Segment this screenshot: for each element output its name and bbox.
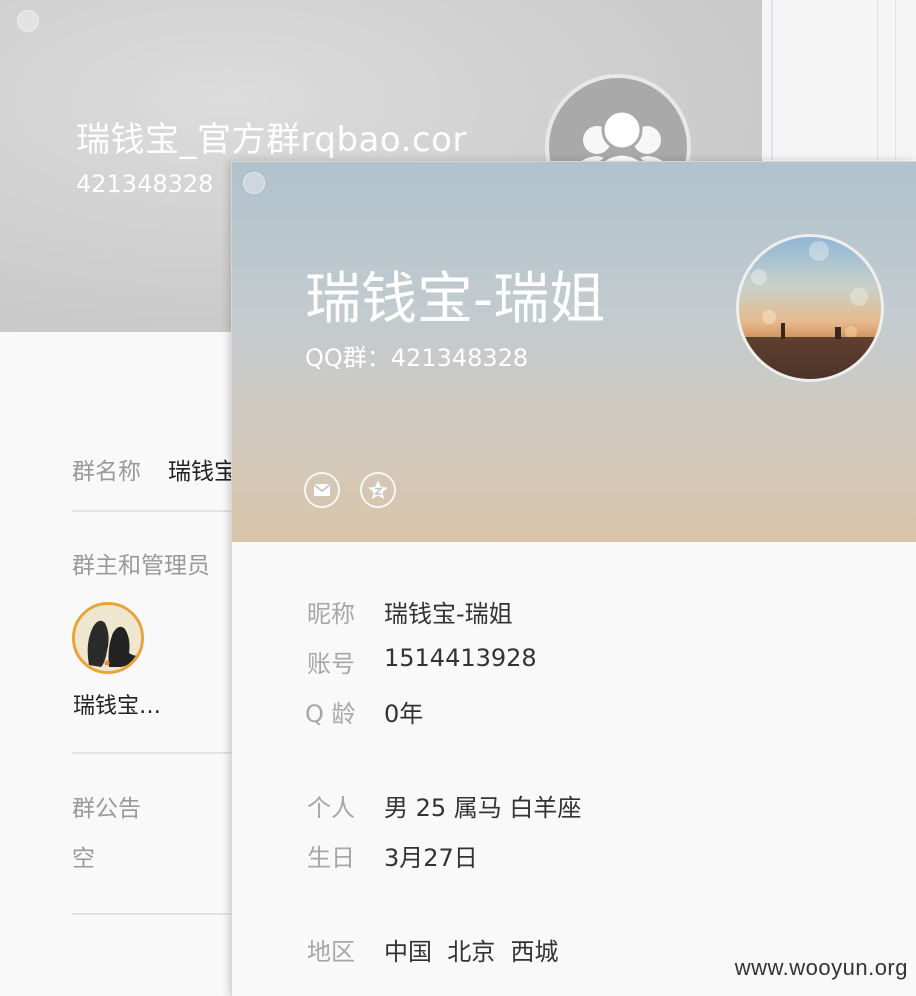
region-value: 中国 北京 西城 bbox=[384, 938, 559, 966]
qzone-star-icon bbox=[368, 480, 388, 500]
group-id: 421348328 bbox=[76, 170, 214, 198]
background-window-edge bbox=[760, 0, 916, 160]
close-button[interactable] bbox=[243, 172, 265, 194]
nickname-value: 瑞钱宝-瑞姐 bbox=[384, 600, 513, 628]
profile-avatar[interactable] bbox=[736, 234, 884, 382]
profile-header: 瑞钱宝-瑞姐 QQ群：421348328 bbox=[232, 162, 916, 542]
qzone-button[interactable] bbox=[360, 472, 396, 508]
profile-window: 瑞钱宝-瑞姐 QQ群：421348328 昵称 瑞钱宝-瑞姐 账号 151441… bbox=[231, 161, 916, 996]
admins-label: 群主和管理员 bbox=[72, 553, 210, 579]
group-notice-value: 空 bbox=[72, 846, 95, 872]
account-value: 1514413928 bbox=[384, 644, 537, 672]
profile-qq-group: QQ群：421348328 bbox=[305, 344, 529, 372]
personal-label: 个人 bbox=[307, 794, 355, 822]
background-divider bbox=[895, 0, 896, 160]
divider bbox=[72, 913, 232, 915]
region-label: 地区 bbox=[307, 938, 355, 966]
group-title: 瑞钱宝_官方群rqbao.cor bbox=[76, 120, 467, 160]
background-divider bbox=[771, 0, 773, 160]
divider bbox=[72, 510, 232, 512]
birthday-label: 生日 bbox=[307, 844, 355, 872]
profile-name: 瑞钱宝-瑞姐 bbox=[305, 267, 606, 332]
account-label: 账号 bbox=[307, 650, 355, 678]
mail-icon bbox=[313, 484, 331, 496]
divider bbox=[72, 752, 232, 754]
group-name-label: 群名称 bbox=[72, 459, 141, 485]
group-notice-label: 群公告 bbox=[72, 796, 141, 822]
penguin-avatar-icon bbox=[75, 605, 141, 671]
admin-avatar[interactable] bbox=[72, 602, 144, 674]
nickname-label: 昵称 bbox=[307, 600, 355, 628]
personal-value: 男 25 属马 白羊座 bbox=[384, 794, 582, 822]
send-mail-button[interactable] bbox=[304, 472, 340, 508]
close-button[interactable] bbox=[17, 10, 39, 32]
watermark: www.wooyun.org bbox=[734, 955, 908, 980]
birthday-value: 3月27日 bbox=[384, 844, 478, 872]
background-divider bbox=[877, 0, 878, 160]
admin-name[interactable]: 瑞钱宝… bbox=[73, 688, 161, 720]
sunset-avatar-image bbox=[739, 241, 881, 379]
qage-value: 0年 bbox=[384, 700, 424, 728]
qage-label: Q 龄 bbox=[305, 700, 356, 728]
group-name-value: 瑞钱宝 bbox=[168, 459, 237, 485]
